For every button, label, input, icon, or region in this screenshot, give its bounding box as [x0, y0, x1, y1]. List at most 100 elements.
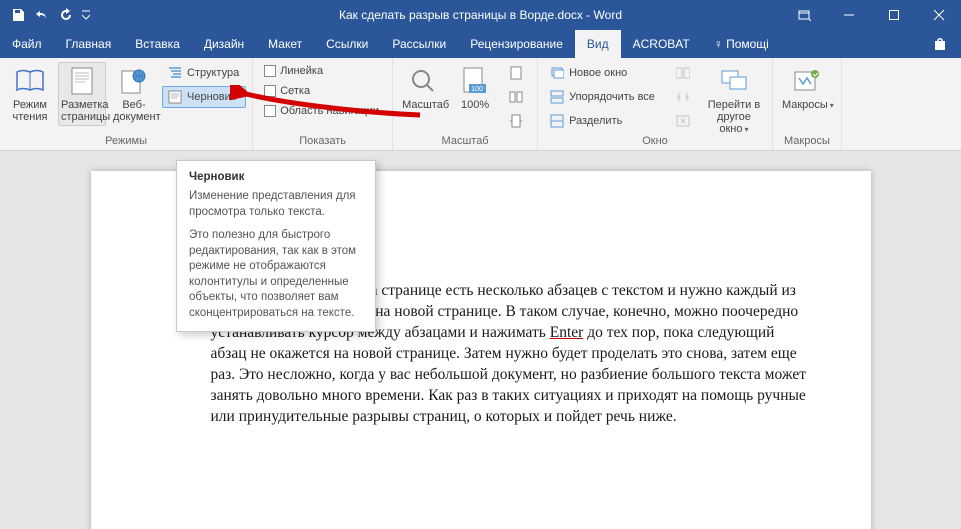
draft-label: Черновик [187, 91, 236, 103]
checkbox-icon [264, 105, 276, 117]
sync-scroll-icon [675, 89, 691, 105]
arrange-icon [549, 89, 565, 105]
outline-label: Структура [187, 67, 239, 79]
svg-text:100: 100 [471, 86, 483, 93]
zoom-button[interactable]: Масштаб [399, 62, 447, 114]
group-zoom: Масштаб 100 100% Масштаб [393, 58, 538, 150]
group-macros-name: Макросы [779, 133, 835, 148]
group-window: Новое окно Упорядочить все Разделить [538, 58, 773, 150]
ruler-label: Линейка [280, 65, 323, 77]
page-width-button[interactable] [503, 110, 531, 132]
enter-text: Enter [550, 324, 584, 341]
window-controls [781, 0, 961, 30]
title-bar: Как сделать разрыв страницы в Ворде.docx… [0, 0, 961, 30]
draft-tooltip: Черновик Изменение представления для про… [176, 160, 376, 332]
switch-windows-icon [705, 65, 763, 97]
reset-window-button[interactable] [670, 110, 698, 132]
zoom-100-label: 100% [454, 99, 496, 111]
tab-design[interactable]: Дизайн [192, 30, 256, 58]
new-window-button[interactable]: Новое окно [544, 62, 662, 84]
checkbox-icon [264, 65, 276, 77]
zoom-100-button[interactable]: 100 100% [451, 62, 499, 114]
arrange-all-label: Упорядочить все [569, 91, 655, 103]
gridlines-checkbox[interactable]: Сетка [259, 82, 386, 100]
quick-access-toolbar [0, 5, 92, 25]
group-macros: Макросы▾ Макросы [773, 58, 842, 150]
tab-references[interactable]: Ссылки [314, 30, 380, 58]
close-button[interactable] [916, 0, 961, 30]
web-layout-button[interactable]: Веб-документ [110, 62, 158, 126]
view-side-by-side-button[interactable] [670, 62, 698, 84]
book-icon [9, 65, 51, 97]
tab-file[interactable]: Файл [0, 30, 54, 58]
tab-review[interactable]: Рецензирование [458, 30, 575, 58]
sync-scroll-button[interactable] [670, 86, 698, 108]
group-zoom-name: Масштаб [399, 133, 531, 148]
redo-icon[interactable] [56, 5, 76, 25]
one-page-icon [508, 65, 524, 81]
tooltip-description-1: Изменение представления для просмотра то… [189, 189, 363, 220]
multi-page-button[interactable] [503, 86, 531, 108]
ribbon: Режим чтения Разметка страницы Веб-докум… [0, 58, 961, 151]
group-modes-name: Режимы [6, 133, 246, 148]
chevron-down-icon: ▾ [830, 101, 834, 110]
new-window-icon [549, 65, 565, 81]
nav-pane-checkbox[interactable]: Область навигации [259, 102, 386, 120]
split-label: Разделить [569, 115, 622, 127]
ribbon-tabs: Файл Главная Вставка Дизайн Макет Ссылки… [0, 30, 961, 58]
document-area[interactable]: Представьте, что у вас на странице есть … [0, 151, 961, 529]
outline-icon [167, 65, 183, 81]
one-page-button[interactable] [503, 62, 531, 84]
tab-home[interactable]: Главная [54, 30, 124, 58]
read-mode-button[interactable]: Режим чтения [6, 62, 54, 126]
group-show-name: Показать [259, 133, 386, 148]
maximize-button[interactable] [871, 0, 916, 30]
print-layout-label: Разметка страницы [61, 99, 103, 123]
draft-button[interactable]: Черновик [162, 86, 246, 108]
gridlines-label: Сетка [280, 85, 310, 97]
group-window-name: Окно [544, 133, 766, 148]
minimize-button[interactable] [826, 0, 871, 30]
page-icon [61, 65, 103, 97]
tab-tell-me[interactable]: ♀ Помощі [702, 30, 781, 58]
tab-layout[interactable]: Макет [256, 30, 314, 58]
ribbon-options-icon[interactable] [781, 0, 826, 30]
tooltip-description-2: Это полезно для быстрого редактирования,… [189, 228, 363, 321]
tab-view[interactable]: Вид [575, 30, 621, 58]
reset-window-icon [675, 113, 691, 129]
macros-button[interactable]: Макросы▾ [779, 62, 835, 114]
multi-page-icon [508, 89, 524, 105]
macros-icon [782, 65, 832, 97]
split-icon [549, 113, 565, 129]
tab-acrobat[interactable]: ACROBAT [621, 30, 702, 58]
zoom-label: Масштаб [402, 99, 444, 111]
magnifier-icon [402, 65, 444, 97]
print-layout-button[interactable]: Разметка страницы [58, 62, 106, 126]
page-100-icon: 100 [454, 65, 496, 97]
group-modes: Режим чтения Разметка страницы Веб-докум… [0, 58, 253, 150]
page-width-icon [508, 113, 524, 129]
web-layout-label: Веб-документ [113, 99, 155, 123]
outline-button[interactable]: Структура [162, 62, 246, 84]
nav-pane-label: Область навигации [280, 105, 379, 117]
tab-mailings[interactable]: Рассылки [380, 30, 458, 58]
arrange-all-button[interactable]: Упорядочить все [544, 86, 662, 108]
switch-windows-button[interactable]: Перейти в другое окно▾ [702, 62, 766, 126]
qat-customize-icon[interactable] [80, 5, 92, 25]
save-icon[interactable] [8, 5, 28, 25]
checkbox-icon [264, 85, 276, 97]
new-window-label: Новое окно [569, 67, 627, 79]
group-show: Линейка Сетка Область навигации Показать [253, 58, 393, 150]
tab-insert[interactable]: Вставка [123, 30, 192, 58]
undo-icon[interactable] [32, 5, 52, 25]
tooltip-title: Черновик [189, 171, 363, 183]
switch-windows-label: Перейти в другое окно [708, 99, 761, 135]
split-button[interactable]: Разделить [544, 110, 662, 132]
share-icon[interactable] [927, 31, 953, 57]
side-by-side-icon [675, 65, 691, 81]
draft-icon [167, 89, 183, 105]
read-mode-label: Режим чтения [9, 99, 51, 123]
macros-label: Макросы [782, 99, 828, 111]
ruler-checkbox[interactable]: Линейка [259, 62, 386, 80]
globe-page-icon [113, 65, 155, 97]
